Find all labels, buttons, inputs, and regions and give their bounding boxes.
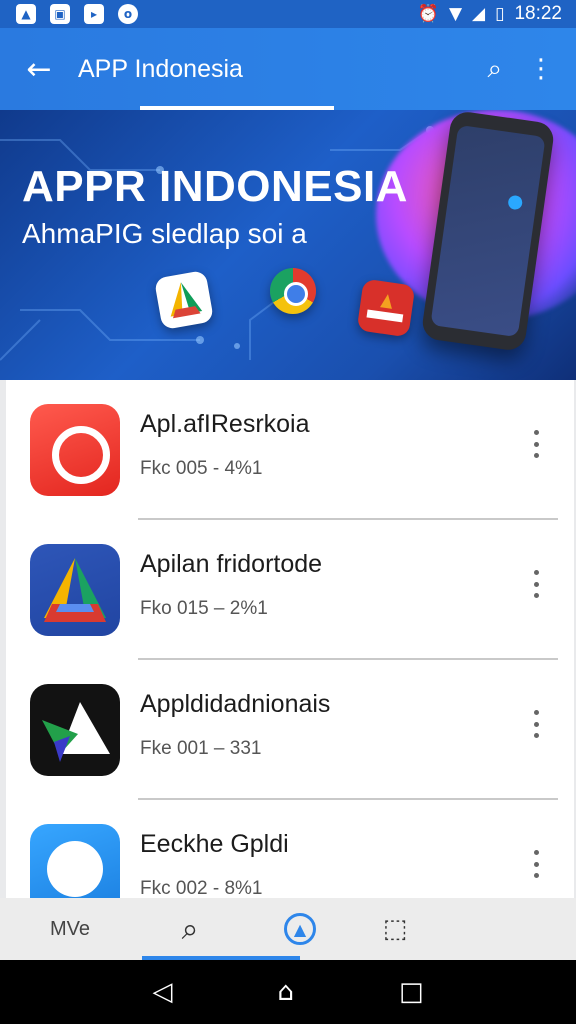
list-item[interactable]: Apl.afIResrkoia Fkc 005 - 4%1 — [6, 380, 574, 520]
status-bar: ▲ ▣ ▸ o ⏰ ▼ ◢ ▯ 18:22 — [0, 0, 576, 28]
battery-icon: ▯ — [495, 4, 505, 24]
banner-subtitle: AhmaPIG sledlap soi a — [22, 218, 307, 249]
list-item[interactable]: Appldidadnionais Fke 001 – 331 — [6, 660, 574, 800]
status-time: 18:22 — [514, 3, 562, 24]
more-vert-icon[interactable] — [528, 566, 544, 602]
app-meta: Fko 015 – 2%1 — [140, 598, 268, 619]
hero-banner[interactable]: APPR INDONESIA AhmaPIG sledlap soi a — [0, 110, 576, 380]
app-meta: Fke 001 – 331 — [140, 738, 262, 759]
back-button[interactable]: ← — [0, 28, 78, 110]
list-item[interactable]: Apilan fridortode Fko 015 – 2%1 — [6, 520, 574, 660]
circle-notification-icon: o — [118, 4, 138, 24]
app-name: Eeckhe Gpldi — [140, 830, 289, 858]
back-arrow-icon: ← — [26, 51, 52, 87]
app-list: Apl.afIResrkoia Fkc 005 - 4%1 Apilan fri… — [6, 380, 574, 916]
system-home-icon[interactable]: ⌂ — [277, 977, 294, 1007]
system-recents-icon[interactable]: □ — [399, 977, 424, 1007]
alarm-icon: ⏰ — [417, 4, 439, 24]
search-icon[interactable]: ⌕ — [487, 54, 502, 85]
app-notification-icon: ▲ — [16, 4, 36, 24]
nav-item-home[interactable]: MVe — [0, 898, 140, 960]
screen: ▲ ▣ ▸ o ⏰ ▼ ◢ ▯ 18:22 ← APP Indonesia ⌕ … — [0, 0, 576, 1024]
app-bar-actions: ⌕ ⋮ — [487, 54, 576, 85]
bookmark-icon: ⬚ — [382, 914, 408, 944]
more-vert-icon[interactable] — [528, 706, 544, 742]
nav-item-explore[interactable]: ▲ — [240, 898, 360, 960]
status-system-icons: ⏰ ▼ ◢ ▯ 18:22 — [418, 3, 562, 25]
compass-icon: ▲ — [284, 913, 316, 945]
media-notification-icon: ▸ — [84, 4, 104, 24]
red-app-icon — [30, 404, 120, 496]
image-notification-icon: ▣ — [50, 4, 70, 24]
banner-title: APPR INDONESIA — [22, 162, 408, 211]
status-notifications: ▲ ▣ ▸ o — [16, 4, 138, 24]
drive-logo-icon — [153, 269, 215, 331]
nav-item-library[interactable]: ⬚ — [360, 898, 430, 960]
app-name: Apilan fridortode — [140, 550, 323, 578]
app-name: Apl.afIResrkoia — [140, 410, 310, 438]
search-icon: ⌕ — [181, 911, 199, 947]
more-vert-icon[interactable] — [528, 426, 544, 462]
black-app-icon — [30, 684, 120, 776]
nav-item-label: MVe — [49, 917, 91, 940]
system-navigation-bar: ◁ ⌂ □ — [0, 960, 576, 1024]
drive-app-icon — [30, 544, 120, 636]
system-back-icon[interactable]: ◁ — [152, 977, 172, 1007]
signal-icon: ◢ — [472, 4, 486, 24]
chrome-logo-icon — [270, 268, 316, 314]
nav-item-search[interactable]: ⌕ — [140, 898, 300, 960]
red-app-logo-icon — [356, 278, 416, 338]
app-meta: Fkc 002 - 8%1 — [140, 878, 263, 899]
app-title: APP Indonesia — [78, 54, 243, 83]
app-bar: ← APP Indonesia ⌕ ⋮ — [0, 28, 576, 110]
bottom-navigation: MVe ⌕ ▲ ⬚ — [0, 898, 576, 960]
app-meta: Fkc 005 - 4%1 — [140, 458, 263, 479]
more-options-icon[interactable]: ⋮ — [528, 54, 554, 84]
more-vert-icon[interactable] — [528, 846, 544, 882]
app-name: Appldidadnionais — [140, 690, 331, 718]
wifi-icon: ▼ — [448, 4, 463, 24]
